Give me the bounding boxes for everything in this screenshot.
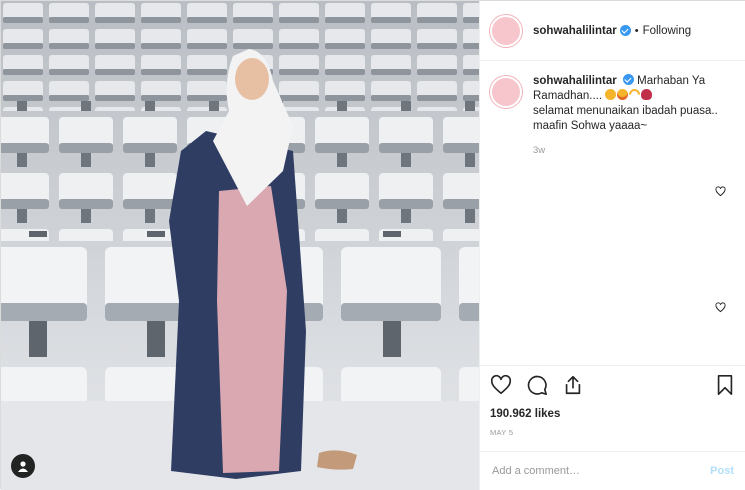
- action-icon-row: [490, 366, 736, 404]
- share-icon: [565, 375, 581, 395]
- header-username[interactable]: sohwahalilintar: [533, 25, 617, 37]
- comment-input[interactable]: [492, 465, 711, 477]
- like-button[interactable]: [490, 374, 512, 396]
- crescent-moon-emoji-icon: [626, 86, 643, 103]
- user-tag-icon: [18, 461, 28, 472]
- post-side-panel: sohwahalilintar • Following sohwahalilin…: [479, 1, 745, 490]
- comment-icon: [527, 375, 547, 395]
- comment-like-heart-icon[interactable]: [715, 186, 726, 197]
- add-comment-bar: Post: [480, 451, 745, 490]
- caption-username[interactable]: sohwahalilintar: [533, 75, 617, 87]
- bookmark-icon: [717, 375, 733, 395]
- instagram-post: sohwahalilintar • Following sohwahalilin…: [0, 0, 745, 490]
- like-count[interactable]: 190.962 likes: [490, 408, 736, 420]
- follow-separator: •: [634, 24, 639, 37]
- caption: sohwahalilintar Marhaban Ya Ramadhan....…: [490, 74, 736, 158]
- caption-avatar[interactable]: [490, 76, 522, 108]
- post-date: MAY 5: [490, 428, 514, 437]
- stadium-seats-photo: [1, 1, 479, 490]
- save-button[interactable]: [714, 374, 736, 396]
- grin-emoji-icon: [617, 89, 629, 100]
- post-header: sohwahalilintar • Following: [480, 1, 745, 61]
- comment-button[interactable]: [526, 374, 548, 396]
- comments-section: sohwahalilintar Marhaban Ya Ramadhan....…: [480, 62, 745, 365]
- post-photo[interactable]: [1, 1, 479, 490]
- caption-text-line3: maafin Sohwa yaaaa~: [533, 120, 648, 132]
- heart-emoji-icon: [641, 89, 653, 100]
- verified-badge-icon: [619, 25, 631, 36]
- verified-badge-icon: [622, 74, 634, 85]
- comment-like-heart-icon[interactable]: [715, 302, 726, 313]
- avatar[interactable]: [490, 14, 522, 47]
- share-button[interactable]: [562, 374, 584, 396]
- following-button[interactable]: Following: [643, 25, 692, 37]
- post-comment-button[interactable]: Post: [710, 465, 734, 477]
- heart-icon: [490, 374, 512, 395]
- caption-text-line2: selamat menunaikan ibadah puasa..: [533, 105, 718, 117]
- caption-timestamp: 3w: [533, 145, 546, 156]
- post-actions: 190.962 likes MAY 5: [480, 365, 745, 437]
- user-tag-button[interactable]: [11, 454, 35, 478]
- caption-body: sohwahalilintar Marhaban Ya Ramadhan....…: [533, 74, 733, 158]
- smile-emoji-icon: [605, 89, 617, 100]
